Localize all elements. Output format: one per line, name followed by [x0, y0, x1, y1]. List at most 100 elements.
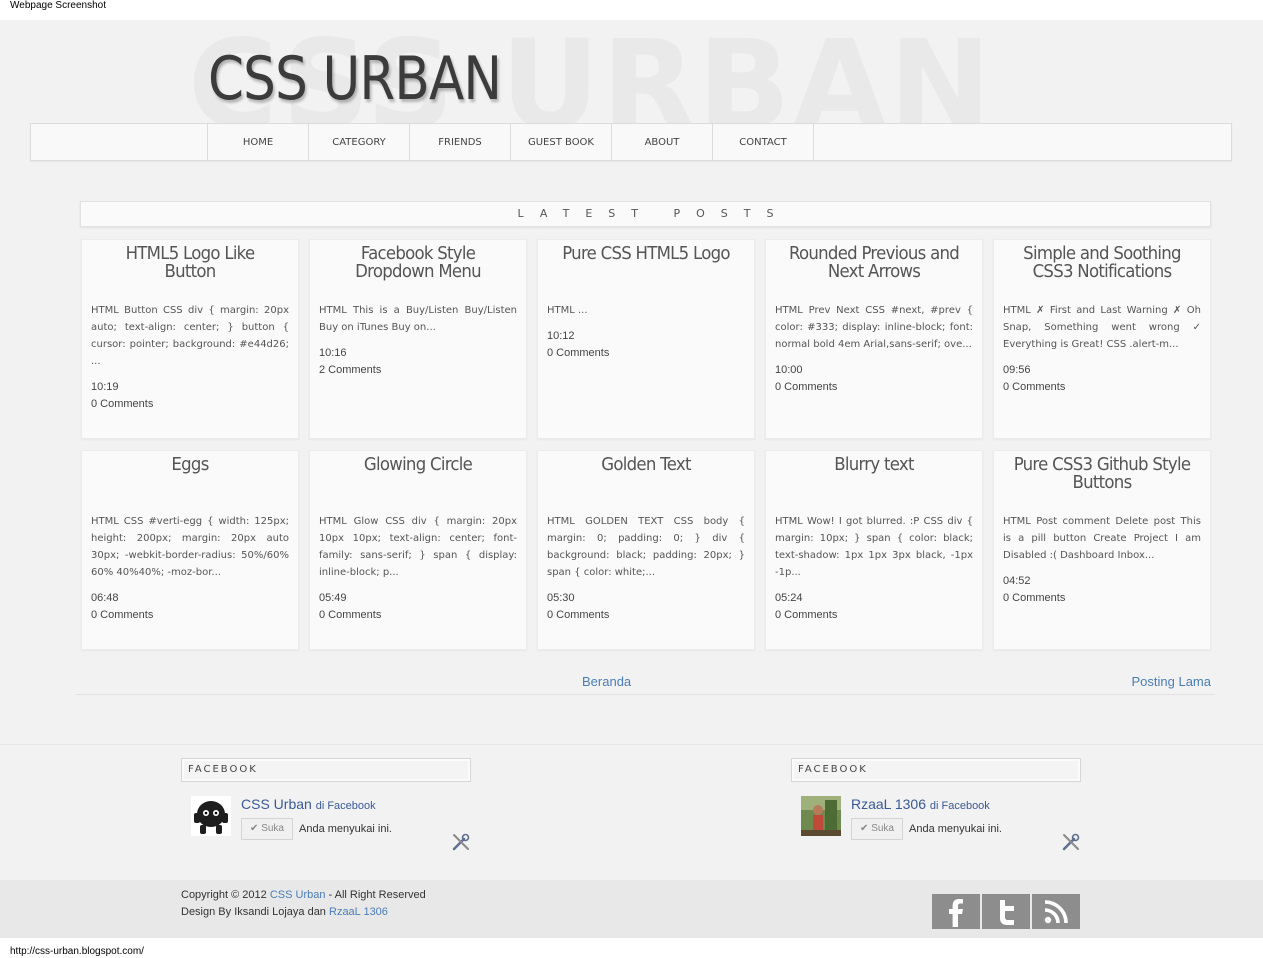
post-card: Golden Text HTML GOLDEN TEXT CSS body { … [537, 450, 755, 650]
twitter-icon [1000, 899, 1014, 925]
post-time[interactable]: 10:19 [91, 379, 289, 396]
post-card: Facebook Style Dropdown Menu HTML This i… [309, 239, 527, 439]
css-urban-link[interactable]: CSS Urban [270, 889, 326, 901]
page-name-suffix[interactable]: di Facebook [930, 800, 990, 812]
post-comments[interactable]: 0 Comments [1003, 590, 1201, 607]
post-excerpt: HTML Button CSS div { margin: 20px auto;… [91, 305, 289, 367]
nav-home[interactable]: HOME [208, 124, 309, 160]
social-links [932, 894, 1080, 929]
main-nav: HOME CATEGORY FRIENDS GUEST BOOK ABOUT C… [30, 123, 1232, 161]
widget-title: FACEBOOK [791, 758, 1081, 782]
page-name[interactable]: CSS Urban [241, 796, 312, 812]
post-comments[interactable]: 2 Comments [319, 362, 517, 379]
post-title[interactable]: Facebook Style Dropdown Menu [327, 245, 509, 295]
copyright-text: Copyright © 2012 CSS Urban - All Right R… [181, 887, 426, 921]
post-title[interactable]: Golden Text [555, 456, 737, 506]
page: CSS URBAN CSS URBAN HOME CATEGORY FRIEND… [0, 20, 1263, 938]
footer-bar: Copyright © 2012 CSS Urban - All Right R… [0, 880, 1263, 938]
blog-pager: Beranda Posting Lama [76, 671, 1215, 695]
post-excerpt: HTML ✗ First and Last Warning ✗ Oh Snap,… [1003, 305, 1201, 350]
page-name-link[interactable]: CSS Urban di Facebook [241, 796, 376, 812]
check-icon: ✔ [860, 823, 872, 834]
facebook-button[interactable] [932, 894, 980, 929]
post-card: Glowing Circle HTML Glow CSS div { margi… [309, 450, 527, 650]
post-comments[interactable]: 0 Comments [91, 607, 289, 624]
url-caption: http://css-urban.blogspot.com/ [10, 946, 144, 957]
check-icon: ✔ [250, 823, 262, 834]
post-excerpt: HTML Post comment Delete post This is a … [1003, 516, 1201, 561]
copyright-suffix: - All Right Reserved [328, 889, 426, 901]
design-credit: Design By Iksandi Lojaya dan [181, 906, 326, 918]
rss-button[interactable] [1032, 894, 1080, 929]
post-card: Eggs HTML CSS #verti-egg { width: 125px;… [81, 450, 299, 650]
post-title[interactable]: Simple and Soothing CSS3 Notifications [1011, 245, 1193, 295]
post-excerpt: HTML CSS #verti-egg { width: 125px; heig… [91, 516, 289, 578]
like-label: Suka [261, 823, 284, 834]
post-time[interactable]: 05:49 [319, 590, 517, 607]
post-card: Blurry text HTML Wow! I got blurred. :P … [765, 450, 983, 650]
post-title[interactable]: Eggs [99, 456, 281, 506]
nav-contact[interactable]: CONTACT [713, 124, 814, 160]
page-name-suffix[interactable]: di Facebook [316, 800, 376, 812]
post-title[interactable]: Rounded Previous and Next Arrows [783, 245, 965, 295]
designer-link[interactable]: RzaaL 1306 [329, 906, 388, 918]
css-urban-avatar-icon[interactable] [191, 796, 231, 836]
post-excerpt: HTML ... [547, 305, 588, 316]
post-time[interactable]: 10:16 [319, 345, 517, 362]
tools-icon[interactable] [451, 832, 471, 852]
post-comments[interactable]: 0 Comments [91, 396, 289, 413]
copyright-prefix: Copyright © 2012 [181, 889, 267, 901]
post-card: Pure CSS HTML5 Logo HTML ... 10:12 0 Com… [537, 239, 755, 439]
nav-guest-book[interactable]: GUEST BOOK [511, 124, 612, 160]
home-link[interactable]: Beranda [582, 674, 631, 689]
post-card: Simple and Soothing CSS3 Notifications H… [993, 239, 1211, 439]
like-button[interactable]: ✔ Suka [851, 818, 903, 840]
like-label: Suka [871, 823, 894, 834]
nav-category[interactable]: CATEGORY [309, 124, 410, 160]
post-title[interactable]: Glowing Circle [327, 456, 509, 506]
latest-posts-heading: LATEST POSTS [80, 201, 1211, 227]
post-time[interactable]: 05:24 [775, 590, 973, 607]
nav-friends[interactable]: FRIENDS [410, 124, 511, 160]
liked-status: Anda menyukai ini. [909, 823, 1002, 835]
post-title[interactable]: Pure CSS3 Github Style Buttons [1011, 456, 1193, 506]
post-time[interactable]: 06:48 [91, 590, 289, 607]
post-comments[interactable]: 0 Comments [547, 607, 745, 624]
facebook-widget: FACEBOOK RzaaL 1306 di Facebook ✔ Suka A… [791, 758, 1081, 856]
post-comments[interactable]: 0 Comments [1003, 379, 1201, 396]
post-time[interactable]: 04:52 [1003, 573, 1201, 590]
footer-divider [0, 744, 1263, 745]
facebook-icon [949, 898, 963, 927]
site-logo[interactable]: CSS URBAN [208, 46, 502, 112]
post-card: HTML5 Logo Like Button HTML Button CSS d… [81, 239, 299, 439]
tools-icon[interactable] [1061, 832, 1081, 852]
post-excerpt: HTML Glow CSS div { margin: 20px 10px 10… [319, 516, 517, 578]
nav-about[interactable]: ABOUT [612, 124, 713, 160]
twitter-button[interactable] [982, 894, 1030, 929]
like-button[interactable]: ✔ Suka [241, 818, 293, 840]
rzaal-avatar-icon[interactable] [801, 796, 841, 836]
post-comments[interactable]: 0 Comments [547, 345, 745, 362]
widget-title: FACEBOOK [181, 758, 471, 782]
post-time[interactable]: 10:12 [547, 328, 745, 345]
post-comments[interactable]: 0 Comments [319, 607, 517, 624]
post-time[interactable]: 10:00 [775, 362, 973, 379]
post-excerpt: HTML This is a Buy/Listen Buy/Listen Buy… [319, 305, 517, 333]
rss-icon [1044, 899, 1068, 923]
post-time[interactable]: 05:30 [547, 590, 745, 607]
older-posts-link[interactable]: Posting Lama [1132, 674, 1212, 689]
post-time[interactable]: 09:56 [1003, 362, 1201, 379]
post-title[interactable]: Pure CSS HTML5 Logo [555, 245, 737, 295]
post-title[interactable]: Blurry text [783, 456, 965, 506]
screenshot-caption: Webpage Screenshot [10, 0, 106, 11]
post-excerpt: HTML Prev Next CSS #next, #prev { color:… [775, 305, 973, 350]
post-comments[interactable]: 0 Comments [775, 607, 973, 624]
post-title[interactable]: HTML5 Logo Like Button [99, 245, 281, 295]
post-comments[interactable]: 0 Comments [775, 379, 973, 396]
page-name-link[interactable]: RzaaL 1306 di Facebook [851, 796, 990, 812]
post-excerpt: HTML GOLDEN TEXT CSS body { margin: 0; p… [547, 516, 745, 578]
post-excerpt: HTML Wow! I got blurred. :P CSS div { ma… [775, 516, 973, 578]
post-card: Rounded Previous and Next Arrows HTML Pr… [765, 239, 983, 439]
facebook-widget: FACEBOOK CSS Urban di Facebook ✔ Suka An… [181, 758, 471, 856]
page-name[interactable]: RzaaL 1306 [851, 796, 926, 812]
